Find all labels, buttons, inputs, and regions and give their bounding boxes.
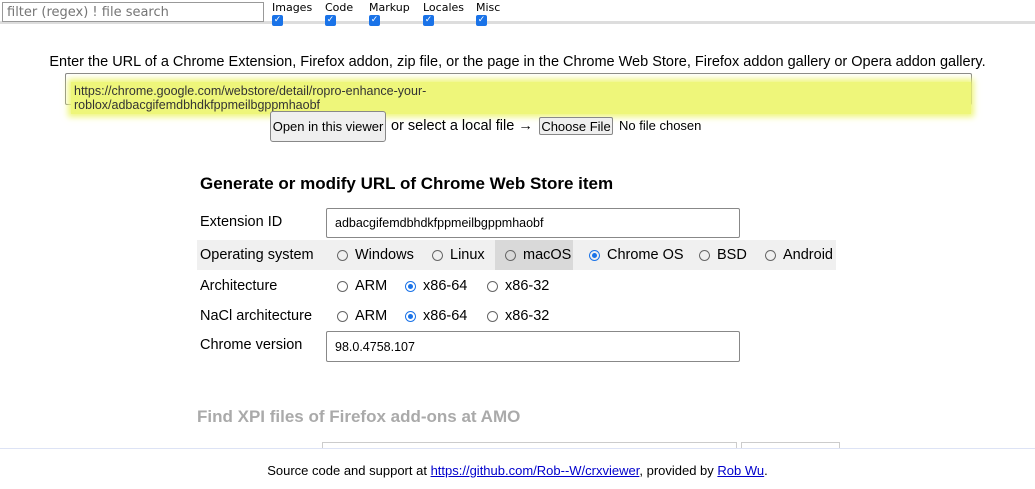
radio-label: Chrome OS [607, 247, 684, 263]
chrome-version-input[interactable]: 98.0.4758.107 [326, 331, 740, 362]
radio-label: x86-64 [423, 278, 468, 294]
checkmark-icon[interactable]: ✓ [272, 15, 283, 26]
extension-id-input[interactable]: adbacgifemdbhdkfppmeilbgppmhaobf [326, 208, 740, 238]
checkbox-label: Code [325, 1, 354, 14]
top-toolbar: Images✓ Code✓ Markup✓ Locales✓ Misc✓ [0, 0, 1035, 26]
radio-label: Windows [355, 247, 414, 263]
radio-label: BSD [717, 247, 747, 263]
radio-icon[interactable] [337, 310, 348, 322]
cws-heading: Generate or modify URL of Chrome Web Sto… [200, 174, 614, 193]
os-radio-linux[interactable]: Linux [432, 247, 485, 263]
checkbox-label: Locales [423, 1, 465, 14]
checkbox-label: Markup [369, 1, 410, 14]
checkmark-icon[interactable]: ✓ [369, 15, 380, 26]
instructions: Enter the URL of a Chrome Extension, Fir… [49, 54, 986, 70]
checkbox-code[interactable]: Code ✓ [325, 1, 353, 26]
radio-icon[interactable] [432, 249, 443, 261]
checkbox-markup[interactable]: Markup ✓ [369, 1, 410, 26]
radio-label: Linux [450, 247, 485, 263]
checkbox-locales[interactable]: Locales ✓ [423, 1, 464, 26]
radio-icon[interactable] [487, 310, 498, 322]
radio-label: ARM [355, 278, 388, 294]
radio-selected-icon[interactable] [405, 310, 416, 322]
radio-label: ARM [355, 308, 388, 324]
radio-icon[interactable] [765, 249, 776, 261]
arch-radio-x86-32[interactable]: x86-32 [487, 278, 549, 294]
os-radio-windows[interactable]: Windows [337, 247, 414, 263]
footer-text: . [764, 463, 768, 478]
chrome-version-label: Chrome version [200, 337, 303, 353]
extension-id-label: Extension ID [200, 214, 283, 230]
os-radio-android[interactable]: Android [765, 247, 833, 263]
amo-heading: Find XPI files of Firefox add-ons at AMO [197, 407, 521, 426]
footer: Source code and support at https://githu… [0, 448, 1035, 489]
nacl-radio-x86-32[interactable]: x86-32 [487, 308, 549, 324]
author-link[interactable]: Rob Wu [717, 463, 764, 478]
arch-radio-arm[interactable]: ARM [337, 278, 387, 294]
radio-selected-icon[interactable] [405, 280, 416, 292]
choose-file-button[interactable]: Choose File [539, 117, 613, 135]
radio-label: macOS [523, 247, 572, 263]
url-value: https://chrome.google.com/webstore/detai… [71, 82, 971, 114]
nacl-radio-arm[interactable]: ARM [337, 308, 387, 324]
radio-label: Android [783, 247, 833, 263]
radio-icon[interactable] [699, 249, 710, 261]
checkbox-misc[interactable]: Misc ✓ [476, 1, 500, 26]
radio-icon[interactable] [487, 280, 498, 292]
checkbox-label: Misc [476, 1, 501, 14]
url-input[interactable]: https://chrome.google.com/webstore/detai… [65, 73, 972, 114]
os-radio-bsd[interactable]: BSD [699, 247, 747, 263]
radio-icon[interactable] [337, 249, 348, 261]
file-filter-input[interactable] [2, 2, 264, 22]
radio-icon[interactable] [337, 280, 348, 292]
os-radio-macos[interactable]: macOS [505, 247, 571, 263]
radio-selected-icon[interactable] [589, 249, 600, 261]
checkmark-icon[interactable]: ✓ [476, 15, 487, 26]
os-radio-chromeos[interactable]: Chrome OS [589, 247, 684, 263]
radio-label: x86-32 [505, 278, 550, 294]
radio-label: x86-32 [505, 308, 550, 324]
local-file-label: or select a local file → [391, 118, 533, 134]
architecture-label: Architecture [200, 278, 278, 294]
checkbox-images[interactable]: Images ✓ [272, 1, 312, 26]
footer-text: Source code and support at [267, 463, 431, 478]
no-file-chosen: No file chosen [619, 118, 702, 133]
radio-label: x86-64 [423, 308, 468, 324]
os-label: Operating system [200, 247, 314, 263]
checkbox-label: Images [272, 1, 313, 14]
nacl-label: NaCl architecture [200, 308, 313, 324]
arch-radio-x86-64[interactable]: x86-64 [405, 278, 467, 294]
nacl-radio-x86-64[interactable]: x86-64 [405, 308, 467, 324]
footer-text: , provided by [639, 463, 718, 478]
checkmark-icon[interactable]: ✓ [423, 15, 434, 26]
radio-icon[interactable] [505, 249, 516, 261]
repo-link[interactable]: https://github.com/Rob--W/crxviewer [431, 463, 640, 478]
checkmark-icon[interactable]: ✓ [325, 15, 336, 26]
open-in-viewer-button[interactable]: Open in this viewer [270, 111, 386, 142]
